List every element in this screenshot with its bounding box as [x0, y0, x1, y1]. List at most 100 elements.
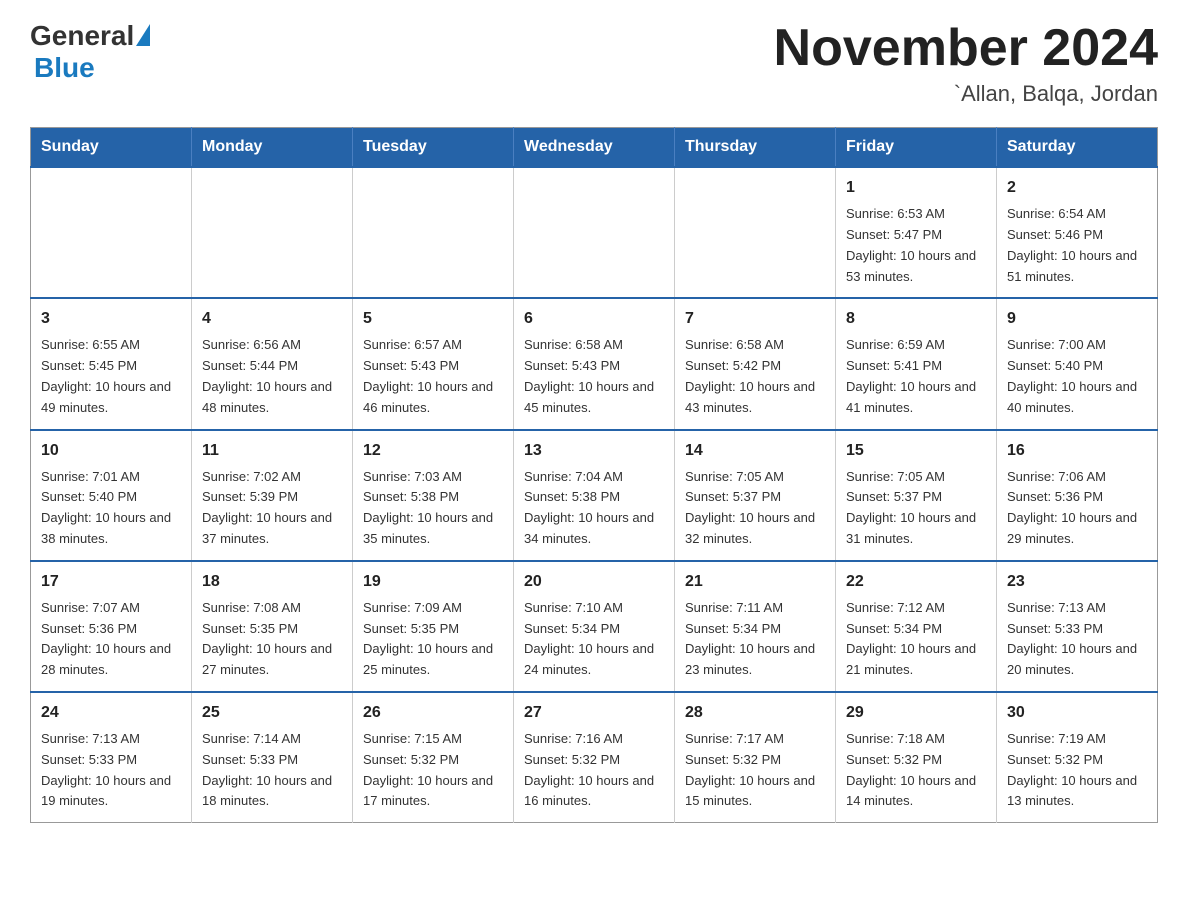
day-number: 29: [846, 701, 986, 725]
day-info: Sunrise: 7:13 AMSunset: 5:33 PMDaylight:…: [1007, 598, 1147, 681]
day-info: Sunrise: 7:02 AMSunset: 5:39 PMDaylight:…: [202, 467, 342, 550]
table-row: 13 Sunrise: 7:04 AMSunset: 5:38 PMDayligh…: [514, 430, 675, 561]
day-info: Sunrise: 6:59 AMSunset: 5:41 PMDaylight:…: [846, 335, 986, 418]
day-number: 13: [524, 439, 664, 463]
table-row: [31, 167, 192, 298]
day-info: Sunrise: 7:07 AMSunset: 5:36 PMDaylight:…: [41, 598, 181, 681]
logo-general-text: General: [30, 20, 134, 52]
day-info: Sunrise: 6:54 AMSunset: 5:46 PMDaylight:…: [1007, 204, 1147, 287]
day-info: Sunrise: 7:08 AMSunset: 5:35 PMDaylight:…: [202, 598, 342, 681]
table-row: 6Sunrise: 6:58 AMSunset: 5:43 PMDaylight…: [514, 298, 675, 429]
day-number: 22: [846, 570, 986, 594]
day-info: Sunrise: 7:15 AMSunset: 5:32 PMDaylight:…: [363, 729, 503, 812]
table-row: 2 Sunrise: 6:54 AMSunset: 5:46 PMDaylight…: [997, 167, 1158, 298]
day-number: 24: [41, 701, 181, 725]
calendar-week-row: 17 Sunrise: 7:07 AMSunset: 5:36 PMDayligh…: [31, 561, 1158, 692]
day-number: 16: [1007, 439, 1147, 463]
day-number: 5: [363, 307, 503, 331]
header-saturday: Saturday: [997, 128, 1158, 168]
day-info: Sunrise: 7:05 AMSunset: 5:37 PMDaylight:…: [846, 467, 986, 550]
day-number: 8: [846, 307, 986, 331]
day-info: Sunrise: 6:53 AMSunset: 5:47 PMDaylight:…: [846, 204, 986, 287]
day-info: Sunrise: 7:12 AMSunset: 5:34 PMDaylight:…: [846, 598, 986, 681]
day-info: Sunrise: 6:57 AMSunset: 5:43 PMDaylight:…: [363, 335, 503, 418]
table-row: 19 Sunrise: 7:09 AMSunset: 5:35 PMDayligh…: [353, 561, 514, 692]
table-row: 10 Sunrise: 7:01 AMSunset: 5:40 PMDayligh…: [31, 430, 192, 561]
calendar-week-row: 24 Sunrise: 7:13 AMSunset: 5:33 PMDayligh…: [31, 692, 1158, 823]
table-row: 26 Sunrise: 7:15 AMSunset: 5:32 PMDayligh…: [353, 692, 514, 823]
day-number: 21: [685, 570, 825, 594]
day-info: Sunrise: 6:55 AMSunset: 5:45 PMDaylight:…: [41, 335, 181, 418]
logo-blue-text: Blue: [34, 52, 95, 84]
table-row: 18 Sunrise: 7:08 AMSunset: 5:35 PMDayligh…: [192, 561, 353, 692]
table-row: [192, 167, 353, 298]
day-info: Sunrise: 7:13 AMSunset: 5:33 PMDaylight:…: [41, 729, 181, 812]
header-thursday: Thursday: [675, 128, 836, 168]
table-row: 3Sunrise: 6:55 AMSunset: 5:45 PMDaylight…: [31, 298, 192, 429]
table-row: 4 Sunrise: 6:56 AMSunset: 5:44 PMDaylight…: [192, 298, 353, 429]
day-number: 27: [524, 701, 664, 725]
calendar-week-row: 10 Sunrise: 7:01 AMSunset: 5:40 PMDayligh…: [31, 430, 1158, 561]
header-monday: Monday: [192, 128, 353, 168]
day-info: Sunrise: 7:01 AMSunset: 5:40 PMDaylight:…: [41, 467, 181, 550]
day-info: Sunrise: 7:06 AMSunset: 5:36 PMDaylight:…: [1007, 467, 1147, 550]
header-sunday: Sunday: [31, 128, 192, 168]
calendar-header-row: Sunday Monday Tuesday Wednesday Thursday…: [31, 128, 1158, 168]
table-row: 16 Sunrise: 7:06 AMSunset: 5:36 PMDayligh…: [997, 430, 1158, 561]
table-row: 30 Sunrise: 7:19 AMSunset: 5:32 PMDayligh…: [997, 692, 1158, 823]
day-info: Sunrise: 7:03 AMSunset: 5:38 PMDaylight:…: [363, 467, 503, 550]
header-wednesday: Wednesday: [514, 128, 675, 168]
day-number: 12: [363, 439, 503, 463]
day-info: Sunrise: 6:58 AMSunset: 5:42 PMDaylight:…: [685, 335, 825, 418]
day-number: 14: [685, 439, 825, 463]
day-number: 2: [1007, 176, 1147, 200]
day-number: 19: [363, 570, 503, 594]
day-number: 28: [685, 701, 825, 725]
day-number: 23: [1007, 570, 1147, 594]
table-row: [514, 167, 675, 298]
table-row: [675, 167, 836, 298]
table-row: 12 Sunrise: 7:03 AMSunset: 5:38 PMDayligh…: [353, 430, 514, 561]
table-row: 22 Sunrise: 7:12 AMSunset: 5:34 PMDayligh…: [836, 561, 997, 692]
day-info: Sunrise: 7:05 AMSunset: 5:37 PMDaylight:…: [685, 467, 825, 550]
day-info: Sunrise: 7:16 AMSunset: 5:32 PMDaylight:…: [524, 729, 664, 812]
table-row: 28 Sunrise: 7:17 AMSunset: 5:32 PMDayligh…: [675, 692, 836, 823]
day-number: 25: [202, 701, 342, 725]
day-number: 10: [41, 439, 181, 463]
day-info: Sunrise: 7:09 AMSunset: 5:35 PMDaylight:…: [363, 598, 503, 681]
table-row: 5 Sunrise: 6:57 AMSunset: 5:43 PMDaylight…: [353, 298, 514, 429]
table-row: 1 Sunrise: 6:53 AMSunset: 5:47 PMDaylight…: [836, 167, 997, 298]
day-info: Sunrise: 6:56 AMSunset: 5:44 PMDaylight:…: [202, 335, 342, 418]
day-info: Sunrise: 6:58 AMSunset: 5:43 PMDaylight:…: [524, 335, 664, 418]
table-row: 15Sunrise: 7:05 AMSunset: 5:37 PMDayligh…: [836, 430, 997, 561]
header: General Blue November 2024 `Allan, Balqa…: [30, 20, 1158, 107]
header-friday: Friday: [836, 128, 997, 168]
table-row: 25 Sunrise: 7:14 AMSunset: 5:33 PMDayligh…: [192, 692, 353, 823]
day-info: Sunrise: 7:17 AMSunset: 5:32 PMDaylight:…: [685, 729, 825, 812]
calendar-table: Sunday Monday Tuesday Wednesday Thursday…: [30, 127, 1158, 823]
day-number: 30: [1007, 701, 1147, 725]
table-row: 9Sunrise: 7:00 AMSunset: 5:40 PMDaylight…: [997, 298, 1158, 429]
table-row: 29Sunrise: 7:18 AMSunset: 5:32 PMDayligh…: [836, 692, 997, 823]
day-number: 17: [41, 570, 181, 594]
day-number: 20: [524, 570, 664, 594]
day-info: Sunrise: 7:10 AMSunset: 5:34 PMDaylight:…: [524, 598, 664, 681]
calendar-week-row: 1 Sunrise: 6:53 AMSunset: 5:47 PMDaylight…: [31, 167, 1158, 298]
day-info: Sunrise: 7:19 AMSunset: 5:32 PMDaylight:…: [1007, 729, 1147, 812]
table-row: 20 Sunrise: 7:10 AMSunset: 5:34 PMDayligh…: [514, 561, 675, 692]
day-info: Sunrise: 7:14 AMSunset: 5:33 PMDaylight:…: [202, 729, 342, 812]
location-title: `Allan, Balqa, Jordan: [774, 81, 1158, 107]
title-area: November 2024 `Allan, Balqa, Jordan: [774, 20, 1158, 107]
day-number: 26: [363, 701, 503, 725]
logo: General Blue: [30, 20, 150, 84]
table-row: 7 Sunrise: 6:58 AMSunset: 5:42 PMDaylight…: [675, 298, 836, 429]
logo-triangle-icon: [136, 24, 150, 46]
day-number: 18: [202, 570, 342, 594]
day-number: 4: [202, 307, 342, 331]
day-info: Sunrise: 7:04 AMSunset: 5:38 PMDaylight:…: [524, 467, 664, 550]
day-number: 1: [846, 176, 986, 200]
day-info: Sunrise: 7:00 AMSunset: 5:40 PMDaylight:…: [1007, 335, 1147, 418]
table-row: 8 Sunrise: 6:59 AMSunset: 5:41 PMDaylight…: [836, 298, 997, 429]
day-info: Sunrise: 7:11 AMSunset: 5:34 PMDaylight:…: [685, 598, 825, 681]
day-number: 7: [685, 307, 825, 331]
